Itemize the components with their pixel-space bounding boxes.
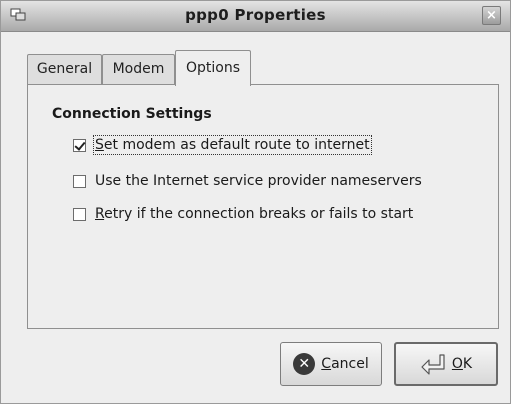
cancel-button-label: Cancel: [321, 356, 368, 372]
cancel-text: ancel: [331, 356, 369, 372]
cancel-mnemonic: C: [321, 356, 332, 372]
window-title: ppp0 Properties: [185, 6, 326, 24]
retry-text: etry if the connection breaks or fails t…: [104, 206, 414, 222]
isp-nameservers-text: Use the Internet service provider namese…: [95, 173, 422, 189]
ok-mnemonic: O: [451, 356, 463, 372]
isp-nameservers-checkbox[interactable]: [73, 174, 86, 188]
properties-dialog: ppp0 Properties × General Modem Options …: [0, 0, 511, 404]
retry-checkbox[interactable]: [73, 207, 86, 221]
tab-general[interactable]: General: [27, 54, 102, 85]
options-panel: Connection Settings Set modem as default…: [27, 84, 499, 329]
default-route-option[interactable]: Set modem as default route to internet: [73, 134, 372, 156]
close-button[interactable]: ×: [482, 6, 501, 25]
retry-option[interactable]: Retry if the connection breaks or fails …: [73, 203, 413, 225]
default-route-mnemonic: S: [95, 137, 104, 153]
default-route-checkbox[interactable]: [73, 138, 86, 152]
tab-modem[interactable]: Modem: [102, 54, 175, 85]
return-arrow-icon: [421, 354, 445, 375]
tab-modem-label: Modem: [112, 61, 165, 77]
isp-nameservers-option[interactable]: Use the Internet service provider namese…: [73, 170, 422, 192]
close-icon: ×: [486, 8, 497, 23]
isp-nameservers-label[interactable]: Use the Internet service provider namese…: [95, 173, 422, 189]
default-route-label[interactable]: Set modem as default route to internet: [93, 135, 372, 155]
section-heading: Connection Settings: [52, 106, 212, 122]
cancel-button[interactable]: ✕ Cancel: [280, 342, 382, 386]
retry-mnemonic: R: [95, 206, 105, 222]
cancel-icon: ✕: [293, 353, 316, 375]
tab-options-label: Options: [185, 60, 241, 76]
ok-button-label: OK: [452, 356, 472, 372]
ok-button[interactable]: OK: [394, 342, 498, 386]
tab-general-label: General: [36, 61, 93, 77]
title-bar[interactable]: ppp0 Properties ×: [1, 1, 510, 32]
retry-label[interactable]: Retry if the connection breaks or fails …: [95, 206, 413, 222]
tab-options[interactable]: Options: [175, 50, 251, 86]
ok-text: K: [462, 356, 473, 372]
default-route-text: et modem as default route to internet: [103, 137, 370, 153]
